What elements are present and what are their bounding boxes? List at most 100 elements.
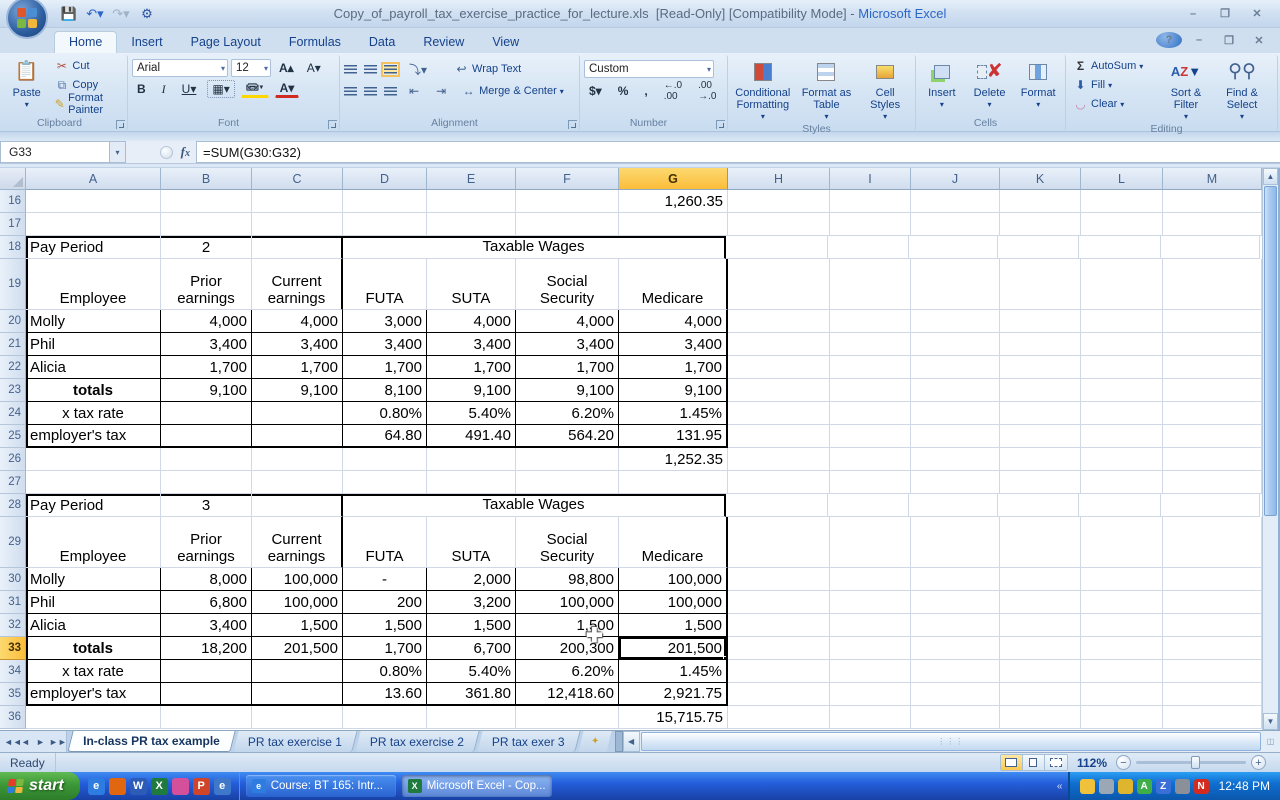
cell[interactable] — [1079, 494, 1161, 517]
row-header-30[interactable]: 30 — [0, 568, 26, 591]
number-dialog-launcher[interactable] — [716, 120, 725, 129]
cell[interactable] — [911, 591, 1000, 614]
cell[interactable] — [911, 706, 1000, 729]
cell[interactable] — [1163, 333, 1262, 356]
align-middle-icon[interactable] — [364, 65, 377, 74]
cell[interactable] — [726, 236, 828, 259]
cell[interactable]: 64.80 — [343, 425, 427, 448]
row-header-16[interactable]: 16 — [0, 190, 26, 213]
cell[interactable] — [161, 471, 252, 494]
cell[interactable] — [1000, 356, 1081, 379]
cell-grid[interactable]: ABCDEFGHIJKLM161,260.351718Pay Period2Ta… — [0, 168, 1262, 730]
row-header-34[interactable]: 34 — [0, 660, 26, 683]
cell[interactable] — [1000, 517, 1081, 568]
cell[interactable] — [1081, 614, 1163, 637]
cell[interactable] — [830, 517, 911, 568]
italic-button[interactable]: I — [157, 80, 171, 98]
cell[interactable] — [343, 213, 427, 236]
selected-cell-G33[interactable]: 201,500 — [619, 637, 728, 660]
scroll-up-icon[interactable]: ▲ — [1263, 168, 1278, 185]
align-right-icon[interactable] — [384, 87, 397, 96]
font-dialog-launcher[interactable] — [328, 120, 337, 129]
cell[interactable]: 6,800 — [161, 591, 252, 614]
cell[interactable] — [728, 448, 830, 471]
cell[interactable]: x tax rate — [26, 402, 161, 425]
paste-button[interactable]: 📋 Paste▾ — [6, 57, 47, 117]
column-header-I[interactable]: I — [830, 168, 911, 190]
cell[interactable]: totals — [26, 379, 161, 402]
cell[interactable] — [830, 448, 911, 471]
font-family-select[interactable]: Arial▾ — [132, 59, 228, 77]
cell[interactable]: 9,100 — [252, 379, 343, 402]
font-color-button[interactable]: A▾ — [275, 80, 300, 98]
cell[interactable]: Taxable Wages — [343, 494, 726, 517]
fill-button[interactable]: ⬇ Fill▾ — [1070, 76, 1156, 94]
cell[interactable]: 0.80% — [343, 660, 427, 683]
cell[interactable]: 100,000 — [516, 591, 619, 614]
cell[interactable]: Alicia — [26, 356, 161, 379]
cell[interactable]: employer's tax — [26, 683, 161, 706]
align-top-icon[interactable] — [344, 65, 357, 74]
cell[interactable]: Prior earnings — [161, 259, 252, 310]
increase-decimal-button[interactable]: ←.0.00 — [659, 82, 687, 100]
cell[interactable]: 3,400 — [427, 333, 516, 356]
cell[interactable] — [1163, 591, 1262, 614]
align-center-icon[interactable] — [364, 87, 377, 96]
cell[interactable] — [830, 213, 911, 236]
fill-color-button[interactable]: 📾▾ — [241, 80, 269, 98]
cell[interactable]: 1,252.35 — [619, 448, 728, 471]
cell[interactable] — [1163, 190, 1262, 213]
row-header-32[interactable]: 32 — [0, 614, 26, 637]
accounting-format-button[interactable]: $▾ — [584, 82, 607, 100]
column-header-E[interactable]: E — [427, 168, 516, 190]
cell[interactable]: 0.80% — [343, 402, 427, 425]
cell[interactable] — [1000, 213, 1081, 236]
horizontal-scrollbar[interactable]: ◀ ⋮⋮⋮ ◫ — [623, 731, 1280, 752]
cell[interactable] — [998, 494, 1079, 517]
format-cells-button[interactable]: Format▾ — [1015, 57, 1061, 117]
row-header-17[interactable]: 17 — [0, 213, 26, 236]
cell[interactable] — [728, 637, 830, 660]
cell[interactable]: 1,500 — [516, 614, 619, 637]
cell[interactable] — [1081, 448, 1163, 471]
cell[interactable]: Social Security — [516, 517, 619, 568]
cell[interactable]: 361.80 — [427, 683, 516, 706]
cell[interactable] — [1079, 236, 1161, 259]
cell[interactable] — [911, 471, 1000, 494]
first-sheet-icon[interactable]: ◄◄ — [4, 737, 17, 747]
cell[interactable] — [909, 494, 998, 517]
cell[interactable]: 1,700 — [427, 356, 516, 379]
cell[interactable] — [252, 683, 343, 706]
cell[interactable]: Molly — [26, 310, 161, 333]
cell[interactable] — [252, 402, 343, 425]
cell[interactable] — [911, 425, 1000, 448]
cell[interactable]: Taxable Wages — [343, 236, 726, 259]
percent-style-button[interactable]: % — [613, 82, 634, 100]
workbook-close-button[interactable]: ✕ — [1246, 32, 1272, 48]
cell[interactable] — [728, 614, 830, 637]
cell[interactable] — [1081, 402, 1163, 425]
cell[interactable] — [830, 356, 911, 379]
ribbon-tab-page-layout[interactable]: Page Layout — [177, 32, 275, 53]
bold-button[interactable]: B — [132, 80, 151, 98]
cell[interactable] — [728, 568, 830, 591]
cell[interactable] — [516, 190, 619, 213]
agent-icon[interactable]: A — [1137, 779, 1152, 794]
cell[interactable] — [728, 259, 830, 310]
cell[interactable] — [911, 683, 1000, 706]
next-sheet-icon[interactable]: ► — [34, 737, 47, 747]
cell[interactable] — [161, 190, 252, 213]
cell[interactable] — [830, 637, 911, 660]
ribbon-tab-formulas[interactable]: Formulas — [275, 32, 355, 53]
cell[interactable] — [728, 402, 830, 425]
shield-icon[interactable] — [1118, 779, 1133, 794]
cell[interactable] — [516, 213, 619, 236]
cell[interactable] — [1000, 637, 1081, 660]
cell[interactable] — [830, 379, 911, 402]
cell[interactable] — [1081, 213, 1163, 236]
borders-button[interactable]: ▦▾ — [207, 80, 234, 98]
cell[interactable]: 9,100 — [619, 379, 728, 402]
cell[interactable] — [516, 706, 619, 729]
increase-indent-icon[interactable]: ⇥ — [431, 82, 451, 100]
mail-icon[interactable]: e — [214, 778, 231, 795]
